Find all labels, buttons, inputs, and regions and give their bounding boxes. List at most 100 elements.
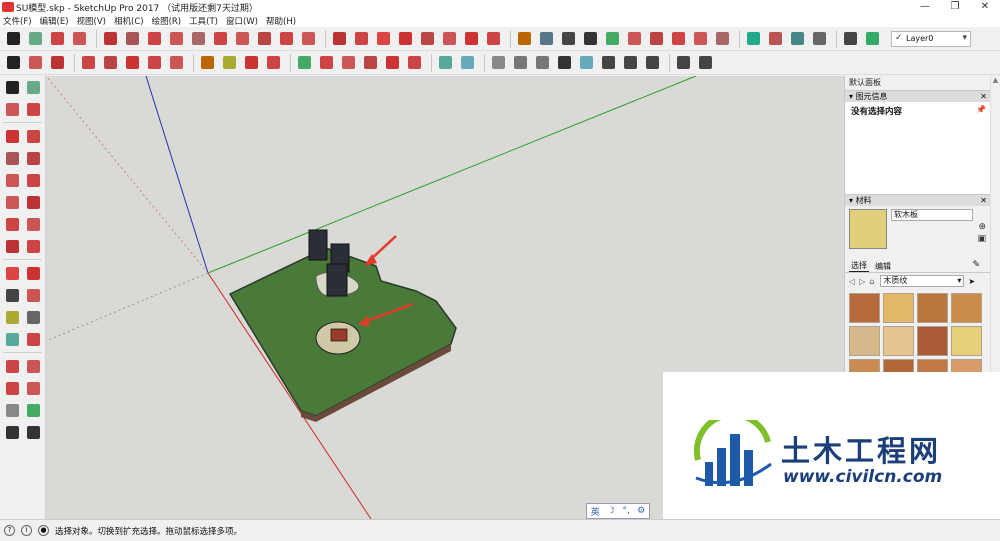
palette-tool-button[interactable] xyxy=(24,149,43,168)
tool-button[interactable] xyxy=(643,53,662,72)
tool-button[interactable] xyxy=(123,53,142,72)
ime-settings-icon[interactable]: ⚙ xyxy=(637,506,645,516)
library-dropdown[interactable]: 木质纹 xyxy=(880,275,965,287)
tool-button[interactable] xyxy=(440,29,459,48)
palette-tool-button[interactable] xyxy=(24,286,43,305)
menu-edit[interactable]: 编辑(E) xyxy=(40,15,69,27)
home-icon[interactable]: ⌂ xyxy=(869,277,874,286)
palette-tool-button[interactable] xyxy=(24,193,43,212)
eyedropper-icon[interactable]: ✎ xyxy=(970,260,982,270)
tool-button[interactable] xyxy=(489,53,508,72)
menu-help[interactable]: 帮助(H) xyxy=(266,15,296,27)
tool-button[interactable] xyxy=(696,53,715,72)
tool-button[interactable] xyxy=(533,53,552,72)
close-button[interactable]: ✕ xyxy=(970,0,1000,14)
tool-button[interactable] xyxy=(418,29,437,48)
tool-button[interactable] xyxy=(220,53,239,72)
tool-button[interactable] xyxy=(581,29,600,48)
menu-camera[interactable]: 相机(C) xyxy=(114,15,144,27)
material-swatch[interactable] xyxy=(849,209,887,249)
palette-tool-button[interactable] xyxy=(3,171,22,190)
tool-button[interactable] xyxy=(674,53,693,72)
tool-button[interactable] xyxy=(647,29,666,48)
tool-button[interactable] xyxy=(145,29,164,48)
tool-button[interactable] xyxy=(788,29,807,48)
forward-icon[interactable]: ▷ xyxy=(859,277,865,286)
tool-button[interactable] xyxy=(713,29,732,48)
tool-button[interactable] xyxy=(555,53,574,72)
tool-button[interactable] xyxy=(330,29,349,48)
tool-button[interactable] xyxy=(621,53,640,72)
tool-button[interactable] xyxy=(691,29,710,48)
tool-button[interactable] xyxy=(458,53,477,72)
menu-file[interactable]: 文件(F) xyxy=(3,15,32,27)
tool-button[interactable] xyxy=(484,29,503,48)
tool-button[interactable] xyxy=(233,29,252,48)
tool-button[interactable] xyxy=(198,53,217,72)
layer-dropdown[interactable]: Layer0 xyxy=(891,30,971,47)
tool-button[interactable] xyxy=(211,29,230,48)
palette-tool-button[interactable] xyxy=(3,379,22,398)
menu-tools[interactable]: 工具(T) xyxy=(189,15,218,27)
tool-button[interactable] xyxy=(462,29,481,48)
minimize-button[interactable]: — xyxy=(910,0,940,14)
palette-tool-button[interactable] xyxy=(24,100,43,119)
palette-tool-button[interactable] xyxy=(24,401,43,420)
palette-tool-button[interactable] xyxy=(24,237,43,256)
material-name-field[interactable]: 软木板 xyxy=(891,209,973,221)
menu-view[interactable]: 视图(V) xyxy=(77,15,106,27)
palette-tool-button[interactable] xyxy=(24,215,43,234)
scroll-up-icon[interactable]: ▲ xyxy=(991,76,1000,84)
help-icon[interactable]: ? xyxy=(4,525,15,536)
palette-tool-button[interactable] xyxy=(3,423,22,442)
tool-button[interactable] xyxy=(669,29,688,48)
palette-tool-button[interactable] xyxy=(3,215,22,234)
tool-button[interactable] xyxy=(264,53,283,72)
ime-lang[interactable]: 英 xyxy=(591,505,600,518)
material-thumbnail[interactable] xyxy=(849,293,880,323)
tool-button[interactable] xyxy=(744,29,763,48)
user-icon[interactable]: ● xyxy=(38,525,49,536)
tool-button[interactable] xyxy=(841,29,860,48)
palette-tool-button[interactable] xyxy=(3,127,22,146)
info-icon[interactable]: i xyxy=(21,525,32,536)
tool-button[interactable] xyxy=(167,53,186,72)
tool-button[interactable] xyxy=(374,29,393,48)
tool-button[interactable] xyxy=(339,53,358,72)
tool-button[interactable] xyxy=(189,29,208,48)
tool-button[interactable] xyxy=(405,53,424,72)
tool-button[interactable] xyxy=(603,29,622,48)
palette-tool-button[interactable] xyxy=(3,401,22,420)
ime-punct-icon[interactable]: °, xyxy=(622,506,629,516)
palette-tool-button[interactable] xyxy=(24,330,43,349)
palette-tool-button[interactable] xyxy=(3,357,22,376)
tool-button[interactable] xyxy=(4,53,23,72)
material-thumbnail[interactable] xyxy=(849,326,880,356)
tool-button[interactable] xyxy=(577,53,596,72)
palette-tool-button[interactable] xyxy=(3,264,22,283)
material-thumbnail[interactable] xyxy=(951,326,982,356)
tool-button[interactable] xyxy=(599,53,618,72)
tool-button[interactable] xyxy=(299,29,318,48)
tool-button[interactable] xyxy=(352,29,371,48)
palette-tool-button[interactable] xyxy=(3,149,22,168)
palette-tool-button[interactable] xyxy=(24,127,43,146)
palette-tool-button[interactable] xyxy=(3,78,22,97)
tool-button[interactable] xyxy=(396,29,415,48)
tool-button[interactable] xyxy=(101,53,120,72)
tool-button[interactable] xyxy=(863,29,882,48)
palette-tool-button[interactable] xyxy=(24,379,43,398)
tool-button[interactable] xyxy=(295,53,314,72)
maximize-button[interactable]: ❐ xyxy=(940,0,970,14)
tool-button[interactable] xyxy=(515,29,534,48)
palette-tool-button[interactable] xyxy=(24,423,43,442)
palette-tool-button[interactable] xyxy=(24,264,43,283)
palette-tool-button[interactable] xyxy=(3,286,22,305)
palette-tool-button[interactable] xyxy=(24,357,43,376)
tool-button[interactable] xyxy=(511,53,530,72)
ime-indicator[interactable]: 英 ☽ °, ⚙ xyxy=(586,503,650,519)
tool-button[interactable] xyxy=(766,29,785,48)
tool-button[interactable] xyxy=(167,29,186,48)
palette-tool-button[interactable] xyxy=(3,193,22,212)
tool-button[interactable] xyxy=(101,29,120,48)
